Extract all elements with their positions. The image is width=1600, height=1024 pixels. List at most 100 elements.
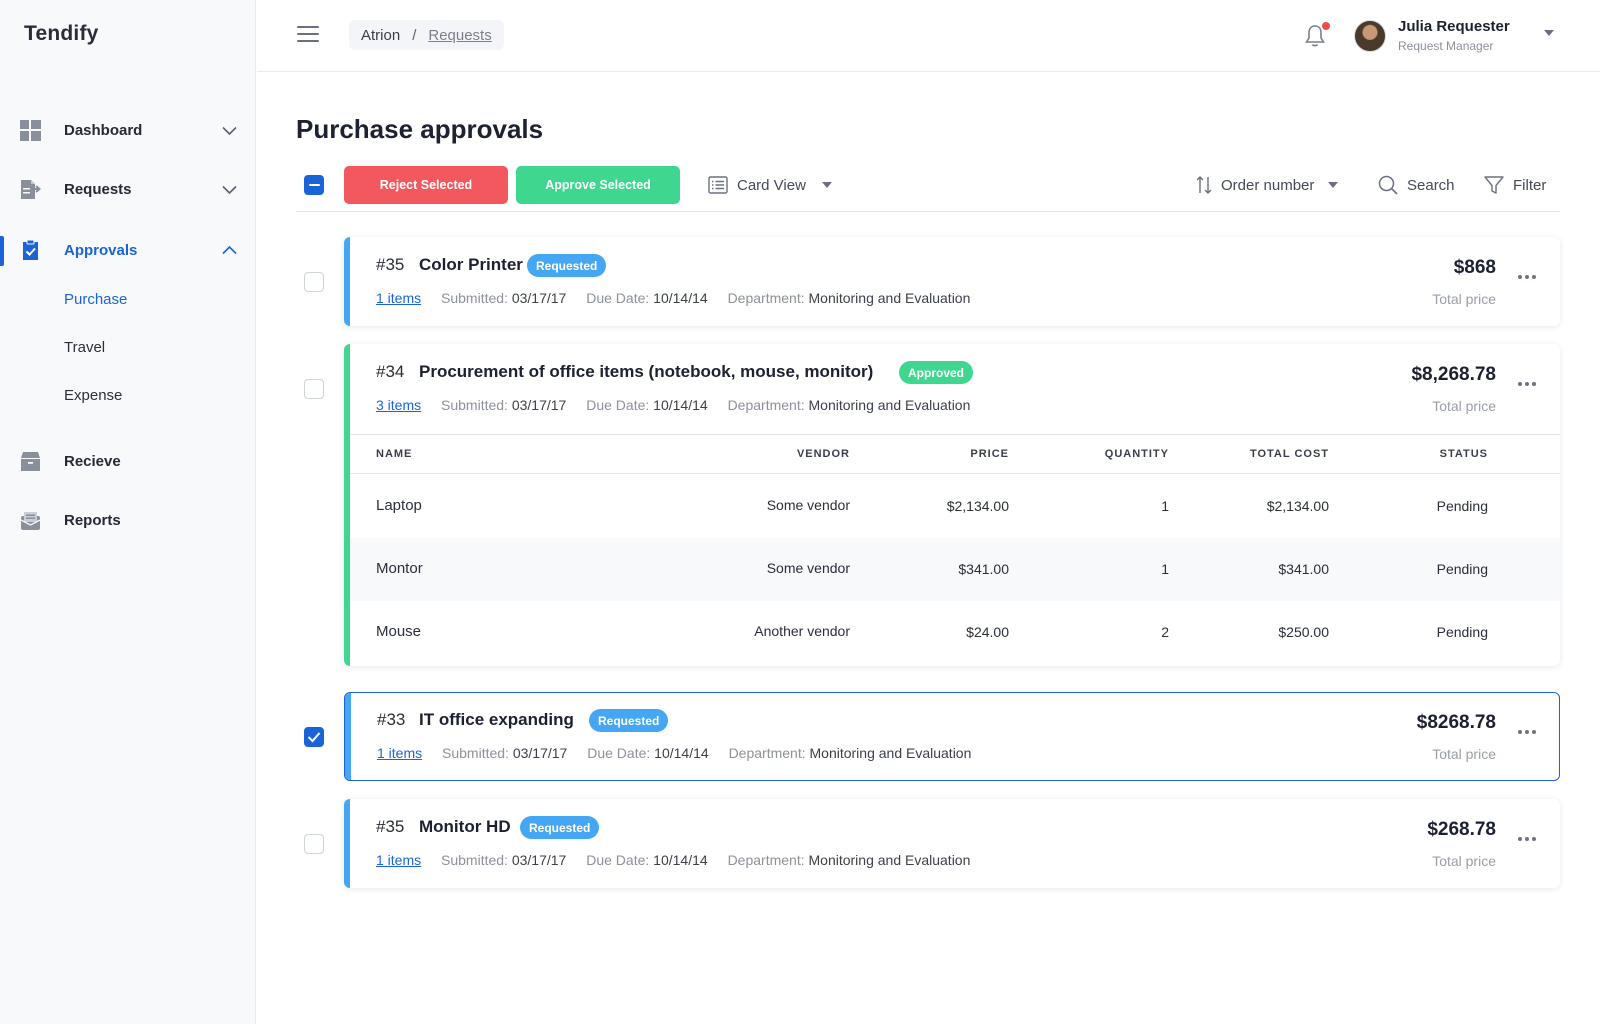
request-card[interactable]: #34 Procurement of office items (noteboo…: [344, 344, 1560, 666]
department-value: Monitoring and Evaluation: [808, 290, 971, 306]
view-selector[interactable]: Card View: [708, 174, 832, 196]
chevron-down-icon: [222, 126, 237, 136]
request-title: Monitor HD: [419, 817, 511, 836]
caret-down-icon: [1328, 182, 1339, 188]
reject-selected-button[interactable]: Reject Selected: [344, 166, 508, 204]
items-link[interactable]: 1 items: [376, 290, 421, 306]
table-row[interactable]: Mouse Another vendor $24.00 2 $250.00 Pe…: [350, 601, 1560, 664]
sidebar-item-approvals[interactable]: Approvals: [0, 230, 255, 270]
caret-down-icon: [821, 182, 832, 188]
row-checkbox[interactable]: [304, 727, 324, 747]
items-link[interactable]: 3 items: [376, 397, 421, 413]
list-view-icon: [708, 176, 728, 194]
column-header-price[interactable]: PRICE: [970, 448, 1009, 460]
avatar[interactable]: [1354, 20, 1386, 52]
sidebar-item-dashboard[interactable]: Dashboard: [0, 110, 255, 150]
request-number: #35: [376, 255, 405, 274]
sidebar-item-label: Reports: [64, 511, 121, 529]
page-title: Purchase approvals: [296, 114, 544, 144]
submitted-date: 03/17/17: [512, 745, 568, 761]
department-value: Monitoring and Evaluation: [808, 397, 971, 413]
more-options-icon[interactable]: [1518, 730, 1536, 736]
row-checkbox[interactable]: [304, 834, 324, 854]
request-card[interactable]: #33 IT office expanding Requested 1 item…: [344, 692, 1560, 781]
top-header: Atrion / Requests Julia Requester Reques…: [257, 0, 1600, 72]
filter-button[interactable]: Filter: [1484, 174, 1546, 196]
table-row[interactable]: Laptop Some vendor $2,134.00 1 $2,134.00…: [350, 475, 1560, 538]
request-title: Procurement of office items (notebook, m…: [419, 362, 874, 381]
table-header: NAME VENDOR PRICE QUANTITY TOTAL COST ST…: [350, 434, 1560, 474]
item-total: $341.00: [1278, 561, 1329, 577]
request-title: IT office expanding: [419, 710, 574, 729]
item-name: Mouse: [376, 623, 422, 640]
breadcrumb-root[interactable]: Atrion: [361, 27, 400, 44]
request-meta: 1 items Submitted: 03/17/17 Due Date: 10…: [376, 852, 986, 868]
user-menu-caret-icon[interactable]: [1544, 30, 1554, 36]
table-row[interactable]: Montor Some vendor $341.00 1 $341.00 Pen…: [350, 538, 1560, 601]
sidebar-item-recieve[interactable]: Recieve: [0, 441, 255, 481]
sidebar-item-label: Approvals: [64, 241, 138, 259]
row-checkbox[interactable]: [304, 272, 324, 292]
item-price: $24.00: [966, 624, 1009, 640]
approve-selected-button[interactable]: Approve Selected: [516, 166, 680, 204]
item-status: Pending: [1436, 498, 1488, 514]
menu-icon[interactable]: [297, 26, 319, 46]
sort-icon: [1196, 176, 1212, 194]
items-link[interactable]: 1 items: [376, 852, 421, 868]
request-number: #34: [376, 362, 405, 381]
approvals-icon: [23, 240, 38, 260]
sidebar-item-reports[interactable]: Reports: [0, 500, 255, 540]
request-card[interactable]: #35 Color Printer Requested 1 items Subm…: [344, 237, 1560, 326]
item-quantity: 1: [1161, 561, 1169, 577]
sidebar-item-label: Dashboard: [64, 121, 143, 139]
request-card[interactable]: #35 Monitor HD Requested 1 items Submitt…: [344, 799, 1560, 888]
item-status: Pending: [1436, 561, 1488, 577]
subnav-purchase[interactable]: Purchase: [64, 291, 127, 308]
chevron-up-icon: [222, 245, 237, 255]
request-meta: 1 items Submitted: 03/17/17 Due Date: 10…: [377, 745, 987, 761]
notification-dot: [1322, 22, 1330, 30]
total-price: $8,268.78: [1411, 364, 1496, 385]
checkmark-icon: [307, 732, 321, 743]
more-options-icon[interactable]: [1518, 382, 1536, 388]
item-vendor: Another vendor: [754, 623, 850, 639]
breadcrumb-current[interactable]: Requests: [428, 27, 491, 44]
column-header-total-cost[interactable]: TOTAL COST: [1250, 448, 1329, 460]
item-quantity: 1: [1161, 498, 1169, 514]
department-label: Department:: [728, 745, 806, 761]
sort-selector[interactable]: Order number: [1196, 174, 1339, 196]
item-total: $2,134.00: [1266, 498, 1329, 514]
department-label: Department:: [727, 852, 805, 868]
submitted-date: 03/17/17: [511, 852, 567, 868]
due-label: Due Date:: [587, 745, 651, 761]
items-link[interactable]: 1 items: [377, 745, 422, 761]
submitted-date: 03/17/17: [511, 397, 567, 413]
sidebar-item-label: Recieve: [64, 452, 121, 470]
user-role: Request Manager: [1398, 39, 1494, 53]
submitted-label: Submitted:: [441, 290, 508, 306]
column-header-status[interactable]: STATUS: [1440, 448, 1488, 460]
column-header-vendor[interactable]: VENDOR: [797, 448, 850, 460]
column-header-quantity[interactable]: QUANTITY: [1105, 448, 1169, 460]
dashboard-icon: [20, 120, 41, 141]
item-name: Laptop: [376, 497, 422, 514]
user-name[interactable]: Julia Requester: [1398, 18, 1510, 35]
due-date: 10/14/14: [653, 397, 708, 413]
more-options-icon[interactable]: [1518, 837, 1536, 843]
department-label: Department:: [727, 290, 805, 306]
item-vendor: Some vendor: [766, 497, 850, 513]
due-label: Due Date:: [586, 397, 650, 413]
due-date: 10/14/14: [654, 745, 709, 761]
due-label: Due Date:: [586, 290, 650, 306]
row-checkbox[interactable]: [304, 379, 324, 399]
sidebar-item-requests[interactable]: Requests: [0, 169, 255, 209]
column-header-name[interactable]: NAME: [376, 448, 412, 460]
search-button[interactable]: Search: [1378, 174, 1455, 196]
select-all-checkbox[interactable]: [304, 175, 324, 195]
subnav-travel[interactable]: Travel: [64, 339, 105, 356]
breadcrumb-separator: /: [412, 26, 417, 44]
more-options-icon[interactable]: [1518, 275, 1536, 281]
search-label: Search: [1407, 176, 1455, 194]
filter-icon: [1484, 176, 1504, 194]
subnav-expense[interactable]: Expense: [64, 387, 122, 404]
